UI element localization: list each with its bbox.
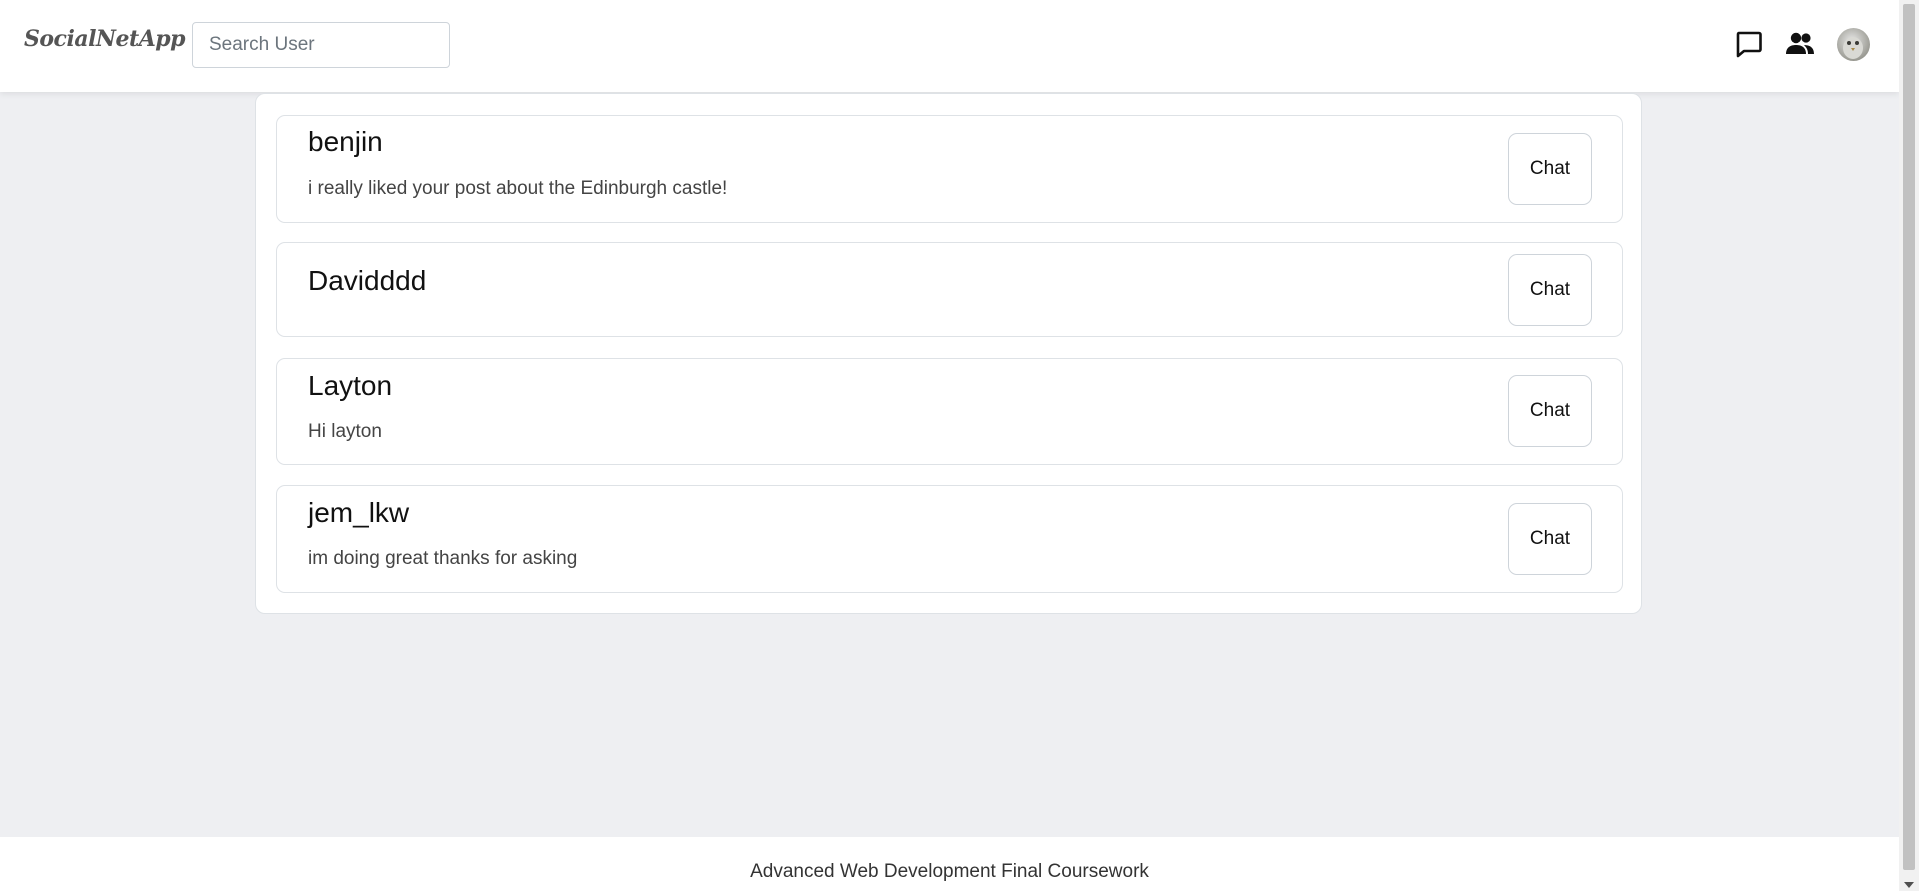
last-message: Hi layton xyxy=(308,421,382,442)
conversation-name: jem_lkw xyxy=(308,497,410,528)
last-message: i really liked your post about the Edinb… xyxy=(308,178,728,199)
conversation-row[interactable]: benjin i really liked your post about th… xyxy=(276,115,1623,223)
page-scrollbar[interactable] xyxy=(1899,0,1919,891)
chat-bubble-icon[interactable] xyxy=(1733,28,1765,60)
scroll-down-arrow-icon[interactable] xyxy=(1904,882,1914,888)
conversation-row[interactable]: Davidddd Chat xyxy=(276,242,1623,337)
avatar-image xyxy=(1843,37,1863,59)
footer-text: Advanced Web Development Final Coursewor… xyxy=(750,861,1149,882)
friends-icon[interactable] xyxy=(1784,28,1816,60)
conversation-name: benjin xyxy=(308,126,383,157)
conversation-row[interactable]: Layton Hi layton Chat xyxy=(276,358,1623,465)
last-message: im doing great thanks for asking xyxy=(308,548,578,569)
conversation-row[interactable]: jem_lkw im doing great thanks for asking… xyxy=(276,485,1623,593)
conversation-name: Layton xyxy=(308,370,393,401)
scrollbar-thumb[interactable] xyxy=(1903,4,1915,870)
page-footer: Advanced Web Development Final Coursewor… xyxy=(0,837,1899,891)
chat-button[interactable]: Chat xyxy=(1508,254,1592,326)
top-navbar: SocialNetApp xyxy=(0,0,1899,92)
user-avatar[interactable] xyxy=(1837,28,1870,61)
conversation-name: Davidddd xyxy=(308,265,427,296)
search-user-input[interactable] xyxy=(192,22,450,68)
brand-logo[interactable]: SocialNetApp xyxy=(24,26,186,52)
chat-button[interactable]: Chat xyxy=(1508,133,1592,205)
conversation-list: benjin i really liked your post about th… xyxy=(255,93,1642,614)
chat-button[interactable]: Chat xyxy=(1508,503,1592,575)
chat-button[interactable]: Chat xyxy=(1508,375,1592,447)
